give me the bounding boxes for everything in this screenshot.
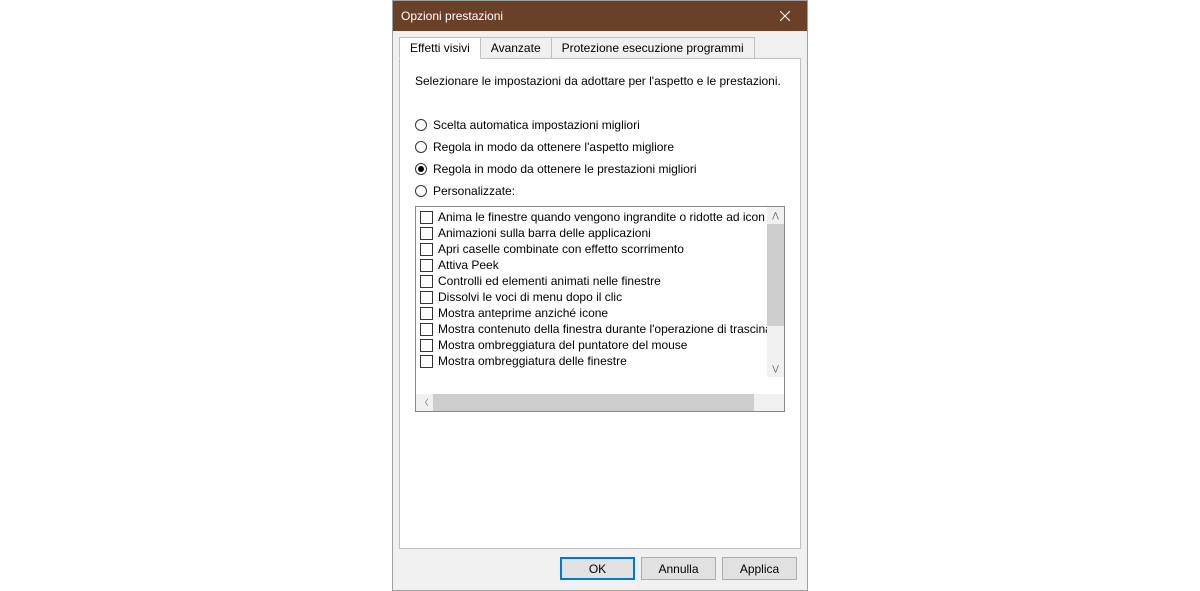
list-item[interactable]: Mostra anteprime anziché icone xyxy=(416,305,784,321)
tab-dep[interactable]: Protezione esecuzione programmi xyxy=(551,37,755,58)
checkbox-icon xyxy=(420,291,433,304)
scroll-up-button[interactable]: ⋀ xyxy=(767,207,784,224)
hscroll-thumb[interactable] xyxy=(433,394,754,411)
button-label: OK xyxy=(589,562,606,576)
titlebar-title: Opzioni prestazioni xyxy=(401,9,762,23)
checkbox-icon xyxy=(420,307,433,320)
titlebar: Opzioni prestazioni xyxy=(393,1,807,31)
panel-description: Selezionare le impostazioni da adottare … xyxy=(415,74,785,88)
tab-strip: Effetti visivi Avanzate Protezione esecu… xyxy=(393,31,807,58)
checkbox-icon xyxy=(420,259,433,272)
check-label: Apri caselle combinate con effetto scorr… xyxy=(438,242,684,256)
checkbox-icon xyxy=(420,323,433,336)
radio-best-appearance[interactable]: Regola in modo da ottenere l'aspetto mig… xyxy=(415,140,785,154)
tab-panel: Selezionare le impostazioni da adottare … xyxy=(399,58,801,549)
chevron-down-icon: ⋁ xyxy=(772,364,779,373)
checkbox-icon xyxy=(420,227,433,240)
radio-best-performance[interactable]: Regola in modo da ottenere le prestazion… xyxy=(415,162,785,176)
check-label: Attiva Peek xyxy=(438,258,499,272)
checkbox-icon xyxy=(420,211,433,224)
list-item[interactable]: Dissolvi le voci di menu dopo il clic xyxy=(416,289,784,305)
list-item[interactable]: Mostra ombreggiatura del puntatore del m… xyxy=(416,337,784,353)
check-label: Animazioni sulla barra delle applicazion… xyxy=(438,226,651,240)
list-item[interactable]: Apri caselle combinate con effetto scorr… xyxy=(416,241,784,257)
scroll-left-button[interactable]: 〈 xyxy=(416,394,433,411)
effects-checklist: Anima le finestre quando vengono ingrand… xyxy=(415,206,785,412)
horizontal-scrollbar[interactable]: 〈 〉 xyxy=(416,394,784,411)
check-label: Mostra contenuto della finestra durante … xyxy=(438,322,772,336)
check-label: Mostra ombreggiatura delle finestre xyxy=(438,354,627,368)
radio-label: Scelta automatica impostazioni migliori xyxy=(433,118,640,132)
tab-advanced[interactable]: Avanzate xyxy=(480,37,552,58)
radio-label: Regola in modo da ottenere l'aspetto mig… xyxy=(433,140,674,154)
ok-button[interactable]: OK xyxy=(560,557,635,580)
vscroll-thumb[interactable] xyxy=(767,224,784,326)
tab-visual-effects[interactable]: Effetti visivi xyxy=(399,37,481,59)
check-label: Controlli ed elementi animati nelle fine… xyxy=(438,274,661,288)
list-item[interactable]: Anima le finestre quando vengono ingrand… xyxy=(416,209,784,225)
performance-options-dialog: Opzioni prestazioni Effetti visivi Avanz… xyxy=(392,0,808,591)
radio-label: Regola in modo da ottenere le prestazion… xyxy=(433,162,696,176)
radio-auto[interactable]: Scelta automatica impostazioni migliori xyxy=(415,118,785,132)
list-item[interactable]: Attiva Peek xyxy=(416,257,784,273)
tab-label: Effetti visivi xyxy=(410,41,470,55)
hscroll-track[interactable] xyxy=(433,394,767,411)
list-item[interactable]: Controlli ed elementi animati nelle fine… xyxy=(416,273,784,289)
vscroll-track[interactable] xyxy=(767,224,784,360)
checkbox-icon xyxy=(420,243,433,256)
tab-label: Avanzate xyxy=(491,41,541,55)
vertical-scrollbar[interactable]: ⋀ ⋁ xyxy=(767,207,784,377)
close-icon xyxy=(780,11,790,21)
list-item[interactable]: Mostra contenuto della finestra durante … xyxy=(416,321,784,337)
radio-group: Scelta automatica impostazioni migliori … xyxy=(415,118,785,198)
check-label: Mostra ombreggiatura del puntatore del m… xyxy=(438,338,687,352)
apply-button[interactable]: Applica xyxy=(722,557,797,580)
check-label: Anima le finestre quando vengono ingrand… xyxy=(438,210,765,224)
close-button[interactable] xyxy=(762,1,807,31)
checkbox-icon xyxy=(420,339,433,352)
checkbox-icon xyxy=(420,275,433,288)
button-label: Applica xyxy=(740,562,779,576)
list-item[interactable]: Mostra ombreggiatura delle finestre xyxy=(416,353,784,369)
radio-icon xyxy=(415,163,427,175)
radio-icon xyxy=(415,119,427,131)
radio-custom[interactable]: Personalizzate: xyxy=(415,184,785,198)
chevron-left-icon: 〈 xyxy=(421,397,429,408)
radio-icon xyxy=(415,185,427,197)
cancel-button[interactable]: Annulla xyxy=(641,557,716,580)
scroll-down-button[interactable]: ⋁ xyxy=(767,360,784,377)
check-label: Dissolvi le voci di menu dopo il clic xyxy=(438,290,622,304)
checklist-viewport: Anima le finestre quando vengono ingrand… xyxy=(416,207,784,394)
scroll-corner xyxy=(767,394,784,411)
button-label: Annulla xyxy=(658,562,698,576)
dialog-button-row: OK Annulla Applica xyxy=(393,549,807,590)
radio-icon xyxy=(415,141,427,153)
checklist-body: Anima le finestre quando vengono ingrand… xyxy=(416,207,784,371)
checkbox-icon xyxy=(420,355,433,368)
list-item[interactable]: Animazioni sulla barra delle applicazion… xyxy=(416,225,784,241)
tab-label: Protezione esecuzione programmi xyxy=(562,41,744,55)
chevron-up-icon: ⋀ xyxy=(772,211,779,220)
check-label: Mostra anteprime anziché icone xyxy=(438,306,608,320)
radio-label: Personalizzate: xyxy=(433,184,515,198)
